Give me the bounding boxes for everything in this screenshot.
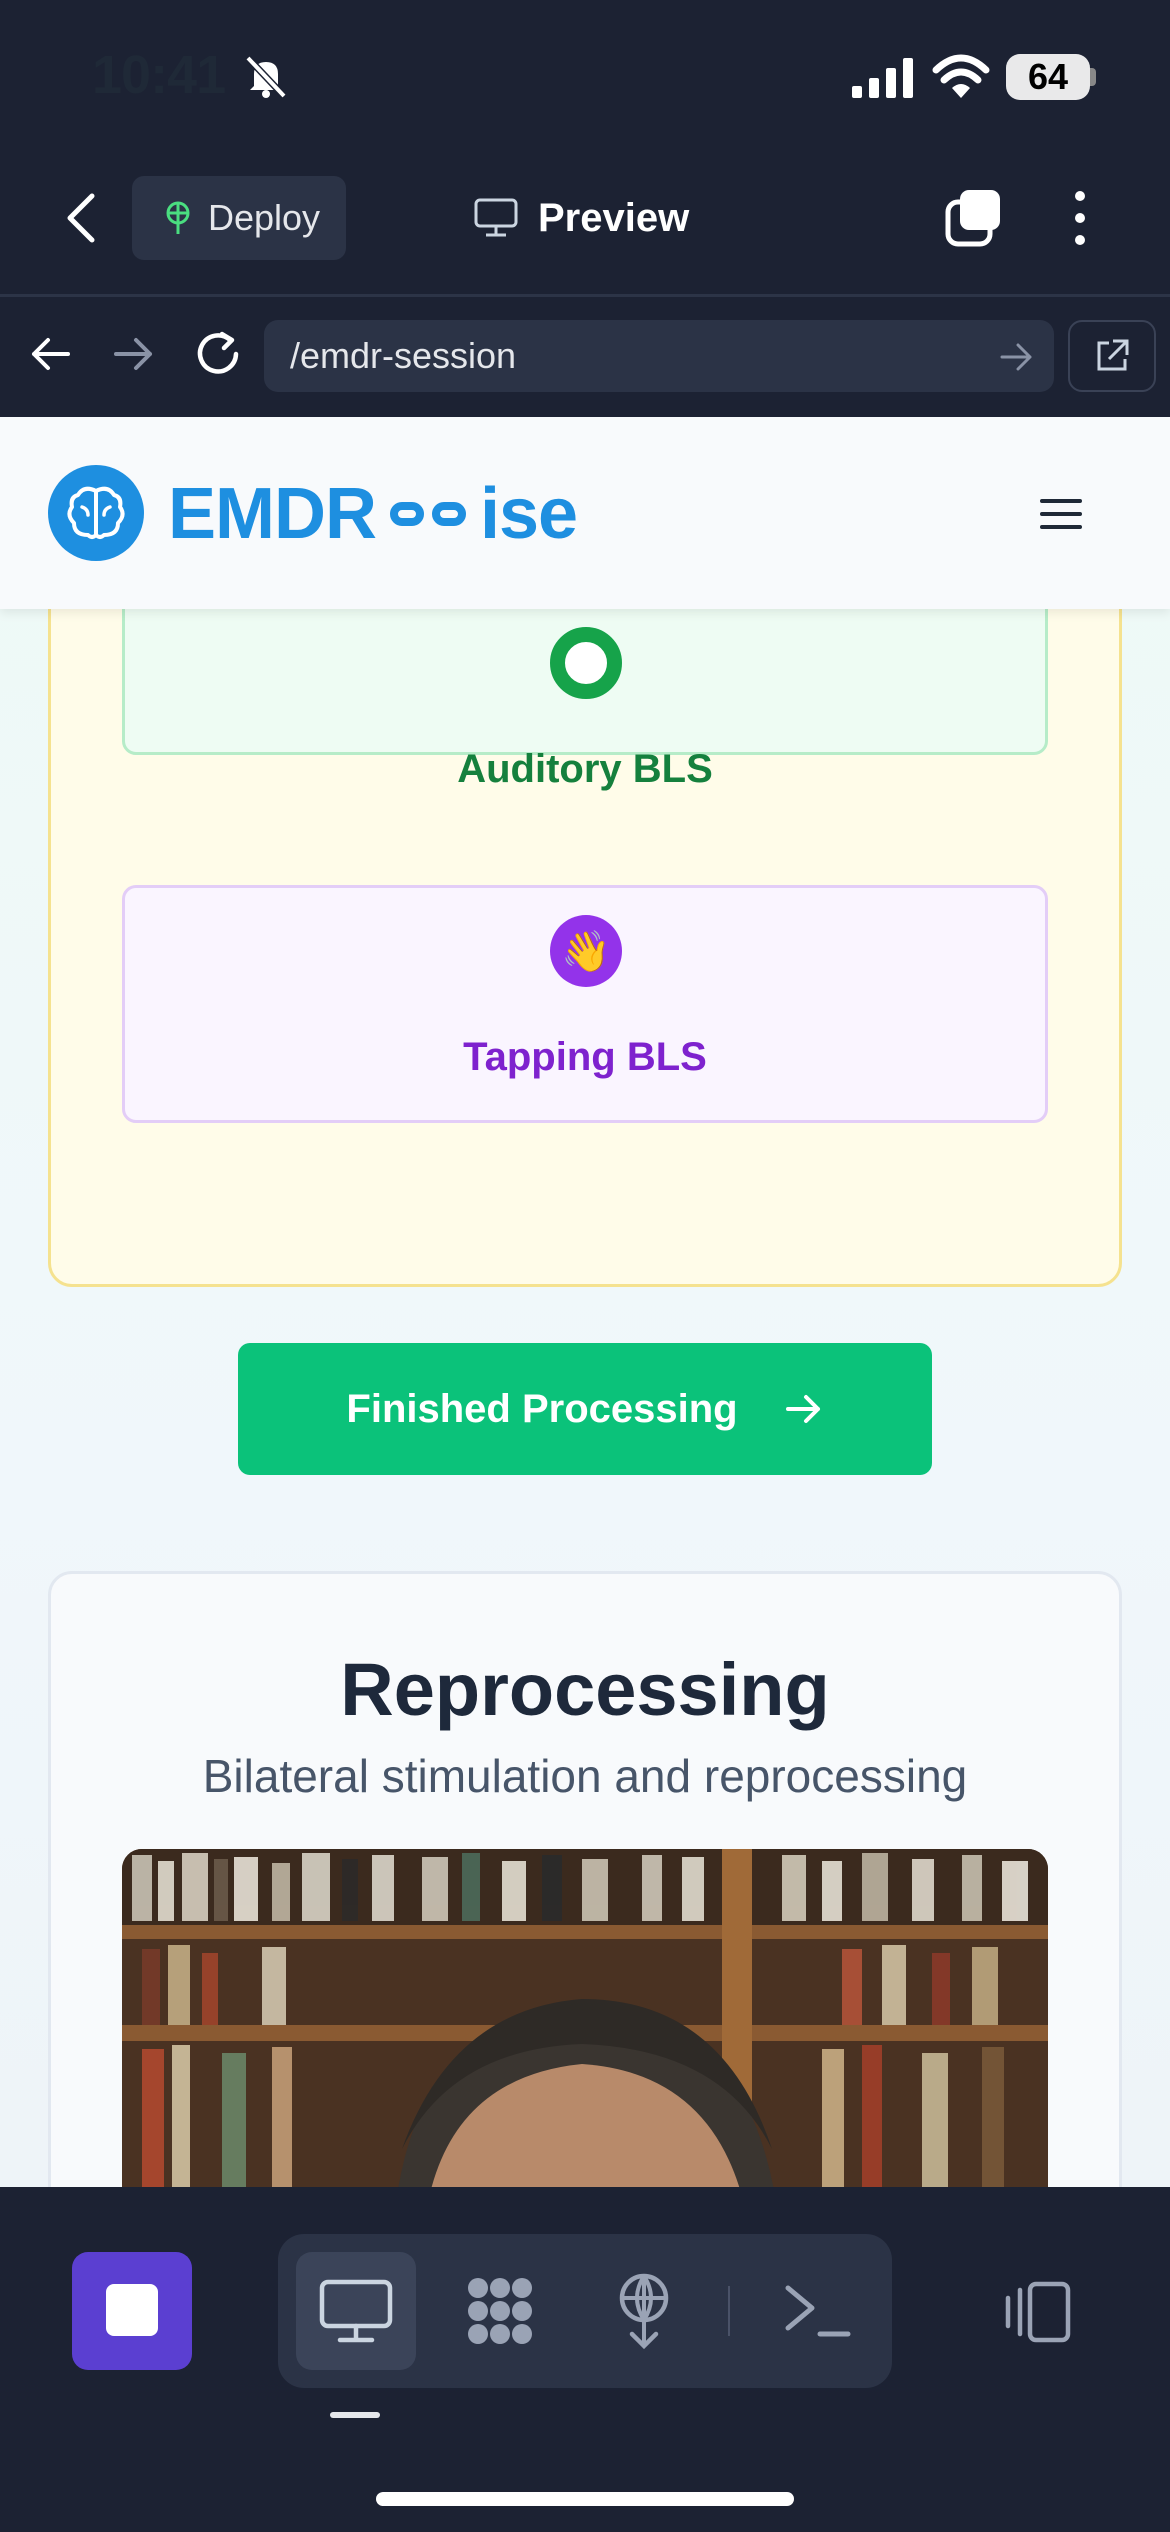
arrow-right-icon[interactable] (112, 332, 156, 376)
therapist-photo (122, 1849, 1048, 2187)
finished-processing-label: Finished Processing (346, 1386, 738, 1431)
logo-badge[interactable] (48, 465, 144, 561)
waving-hand-icon: 👋 (550, 915, 622, 987)
logo-part-1: EMDR (168, 474, 377, 554)
battery-cap (1090, 68, 1096, 86)
web-page: Auditory BLS 👋 Tapping BLS Finished Proc… (0, 417, 1170, 2187)
reload-icon[interactable] (192, 328, 244, 380)
stop-icon (106, 2284, 158, 2336)
monitor-icon[interactable] (318, 2278, 394, 2344)
deploy-label: Deploy (208, 197, 321, 238)
preview-tab[interactable]: Preview (474, 190, 689, 246)
auditory-ring-icon (550, 627, 622, 699)
logo-wordmark[interactable]: EMDR ise (168, 469, 578, 559)
open-external-button[interactable] (1068, 320, 1156, 392)
reprocessing-subtitle: Bilateral stimulation and reprocessing (202, 1750, 968, 1802)
logo-eye-left (390, 502, 424, 526)
status-time: 10:41 (92, 45, 226, 105)
hamburger-icon[interactable] (1040, 497, 1082, 531)
wifi-icon (932, 54, 990, 98)
logo-part-2: ise (480, 474, 578, 554)
site-header: EMDR ise (0, 417, 1170, 609)
url-go-icon[interactable] (998, 338, 1036, 376)
chevron-left-icon[interactable] (62, 190, 102, 246)
terminal-icon[interactable] (782, 2280, 854, 2340)
logo-eye-right (432, 502, 466, 526)
deploy-icon (166, 201, 190, 234)
deploy-icon[interactable] (608, 2270, 680, 2350)
arrow-right-icon (785, 1395, 820, 1423)
external-link-icon (1097, 339, 1129, 371)
apps-icon[interactable] (462, 2274, 538, 2348)
reprocessing-title: Reprocessing (340, 1648, 830, 1731)
tapping-bls-label: Tapping BLS (463, 1035, 707, 1079)
battery-indicator: 64 (1006, 54, 1090, 100)
monitor-icon (474, 198, 518, 237)
home-indicator[interactable] (376, 2492, 794, 2506)
active-tab-indicator (330, 2412, 380, 2418)
arrow-left-icon[interactable] (28, 332, 72, 376)
brain-icon (67, 486, 125, 539)
finished-processing-button[interactable]: Finished Processing (238, 1343, 932, 1475)
url-input[interactable]: /emdr-session (264, 320, 1054, 392)
auditory-bls-label: Auditory BLS (457, 747, 713, 791)
bell-slash-icon (245, 55, 287, 99)
url-text: /emdr-session (290, 335, 517, 376)
switcher-divider (728, 2286, 730, 2336)
tabs-icon[interactable] (944, 188, 1004, 248)
device-icon[interactable] (1000, 2280, 1072, 2344)
deploy-button[interactable]: Deploy (132, 176, 346, 260)
more-vertical-icon[interactable] (1058, 188, 1102, 248)
preview-label: Preview (538, 195, 690, 240)
signal-icon (852, 58, 913, 98)
